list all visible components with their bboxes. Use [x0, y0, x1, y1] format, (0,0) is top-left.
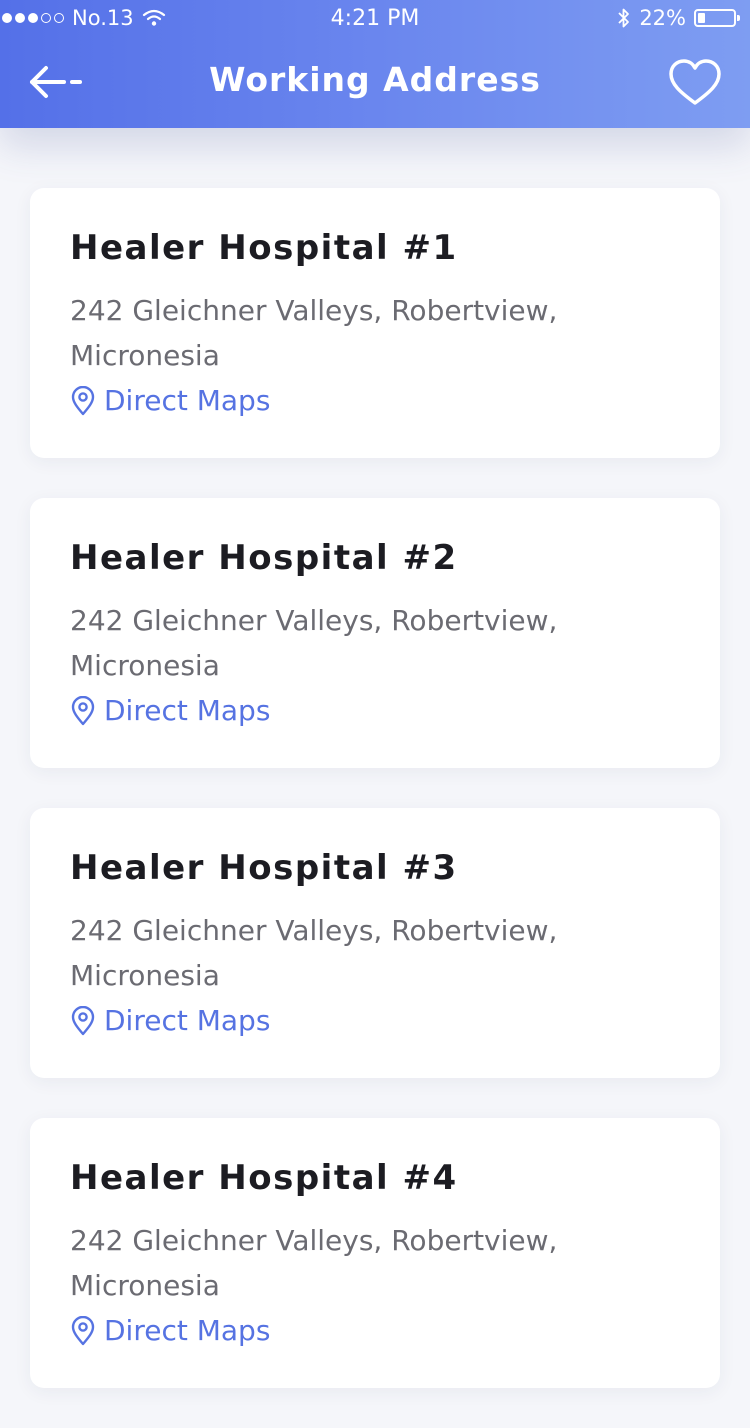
direct-maps-link[interactable]: Direct Maps — [70, 694, 680, 727]
direct-maps-label: Direct Maps — [104, 694, 271, 727]
direct-maps-label: Direct Maps — [104, 1004, 271, 1037]
hospital-name: Healer Hospital #1 — [70, 228, 458, 268]
address-card[interactable]: Healer Hospital #4 242 Gleichner Valleys… — [30, 1118, 720, 1388]
navigation-bar: Working Address — [0, 40, 750, 128]
hospital-address: 242 Gleichner Valleys, Robertview, Micro… — [70, 604, 558, 682]
hospital-name: Healer Hospital #4 — [70, 1158, 458, 1198]
page-title: Working Address — [209, 60, 541, 99]
location-pin-icon — [71, 385, 95, 415]
status-right: 22% — [617, 6, 740, 30]
favorite-button[interactable] — [668, 58, 722, 108]
bluetooth-icon — [618, 8, 630, 28]
direct-maps-label: Direct Maps — [104, 384, 271, 417]
heart-outline-icon — [669, 59, 721, 105]
hospital-name: Healer Hospital #2 — [70, 538, 458, 578]
status-bar: No.13 4:21 PM 22% — [0, 0, 750, 40]
hospital-address: 242 Gleichner Valleys, Robertview, Micro… — [70, 1224, 558, 1302]
address-list: Healer Hospital #1 242 Gleichner Valleys… — [30, 188, 720, 1428]
location-pin-icon — [71, 1315, 95, 1345]
hospital-name: Healer Hospital #3 — [70, 848, 458, 888]
address-card[interactable]: Healer Hospital #1 242 Gleichner Valleys… — [30, 188, 720, 458]
direct-maps-link[interactable]: Direct Maps — [70, 1314, 680, 1347]
address-card[interactable]: Healer Hospital #3 242 Gleichner Valleys… — [30, 808, 720, 1078]
battery-percentage: 22% — [639, 6, 686, 30]
address-card[interactable]: Healer Hospital #2 242 Gleichner Valleys… — [30, 498, 720, 768]
direct-maps-link[interactable]: Direct Maps — [70, 384, 680, 417]
hospital-address: 242 Gleichner Valleys, Robertview, Micro… — [70, 914, 558, 992]
direct-maps-link[interactable]: Direct Maps — [70, 1004, 680, 1037]
location-pin-icon — [71, 695, 95, 725]
location-pin-icon — [71, 1005, 95, 1035]
battery-icon — [694, 9, 740, 27]
app-header: No.13 4:21 PM 22% Working Address — [0, 0, 750, 128]
battery-level — [698, 13, 705, 23]
direct-maps-label: Direct Maps — [104, 1314, 271, 1347]
hospital-address: 242 Gleichner Valleys, Robertview, Micro… — [70, 294, 558, 372]
